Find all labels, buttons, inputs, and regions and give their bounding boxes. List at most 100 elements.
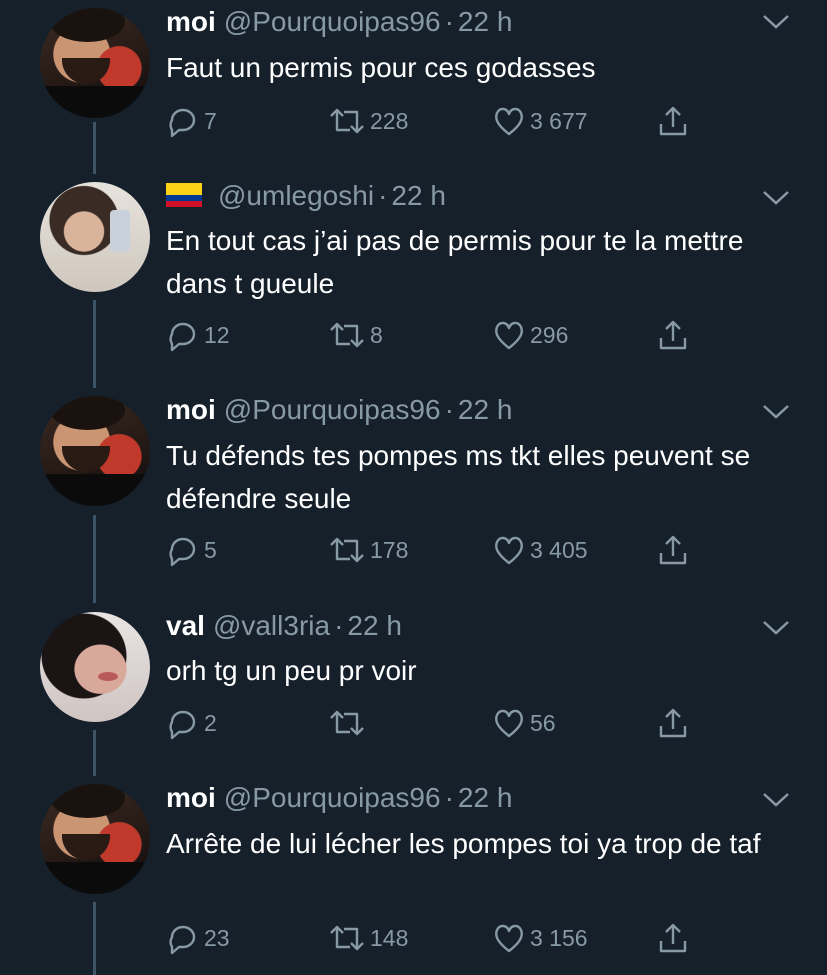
like-count: 296 (530, 321, 569, 348)
like-button[interactable]: 56 (492, 706, 556, 740)
colombia-flag-icon (166, 182, 202, 207)
thread-line (93, 122, 96, 174)
reply-button[interactable]: 7 (166, 104, 217, 138)
tweet-text: En tout cas j’ai pas de permis pour te l… (166, 225, 744, 299)
retweet-icon (330, 710, 364, 736)
display-name[interactable]: val (166, 610, 205, 641)
tweet-actions: 12 8 296 (166, 318, 726, 352)
reply-icon (169, 925, 196, 955)
heart-icon (495, 107, 523, 136)
retweet-button[interactable] (328, 706, 370, 740)
avatar[interactable] (40, 8, 150, 118)
display-name[interactable]: moi (166, 782, 216, 813)
retweet-icon (330, 925, 364, 951)
retweet-button[interactable]: 178 (328, 533, 408, 567)
thread-line (93, 300, 96, 388)
like-button[interactable]: 3 156 (492, 921, 588, 955)
avatar[interactable] (40, 784, 150, 894)
share-button[interactable] (656, 318, 690, 352)
share-icon (659, 106, 687, 136)
chevron-down-icon[interactable] (762, 792, 790, 808)
display-name[interactable]: moi (166, 6, 216, 37)
chevron-down-icon[interactable] (762, 190, 790, 206)
heart-icon (495, 709, 523, 738)
share-icon (659, 923, 687, 953)
reply-icon (169, 710, 196, 740)
separator: · (334, 610, 344, 641)
like-count: 3 405 (530, 536, 588, 563)
retweet-count: 8 (370, 321, 383, 348)
tweet-text: Tu défends tes pompes ms tkt elles peuve… (166, 440, 751, 514)
share-icon (659, 708, 687, 738)
heart-icon (495, 536, 523, 565)
reply-button[interactable]: 12 (166, 318, 230, 352)
tweet-header: @umlegoshi · 22 h (166, 180, 446, 212)
timestamp[interactable]: 22 h (458, 394, 513, 425)
timestamp[interactable]: 22 h (458, 6, 513, 37)
reply-icon (169, 322, 196, 352)
tweet-actions: 7 228 3 677 (166, 104, 726, 138)
reply-count: 23 (204, 924, 230, 951)
separator: · (378, 180, 388, 211)
separator: · (444, 782, 454, 813)
share-icon (659, 535, 687, 565)
reply-count: 12 (204, 321, 230, 348)
thread-line (93, 515, 96, 603)
retweet-icon (330, 108, 364, 134)
retweet-button[interactable]: 8 (328, 318, 383, 352)
timestamp[interactable]: 22 h (347, 610, 402, 641)
tweet-header: moi @Pourquoipas96 · 22 h (166, 394, 512, 426)
tweet-actions: 5 178 3 405 (166, 533, 726, 567)
tweet-text: orh tg un peu pr voir (166, 655, 417, 686)
chevron-down-icon[interactable] (762, 404, 790, 420)
user-handle[interactable]: @umlegoshi (218, 180, 374, 211)
like-button[interactable]: 296 (492, 318, 568, 352)
share-button[interactable] (656, 706, 690, 740)
timestamp[interactable]: 22 h (391, 180, 446, 211)
user-handle[interactable]: @vall3ria (213, 610, 330, 641)
user-handle[interactable]: @Pourquoipas96 (224, 394, 441, 425)
reply-icon (169, 537, 196, 567)
avatar[interactable] (40, 396, 150, 506)
reply-button[interactable]: 23 (166, 921, 230, 955)
chevron-down-icon[interactable] (762, 14, 790, 30)
tweet-text: Faut un permis pour ces godasses (166, 52, 596, 83)
retweet-button[interactable]: 148 (328, 921, 408, 955)
retweet-button[interactable]: 228 (328, 104, 408, 138)
share-icon (659, 320, 687, 350)
retweet-icon (330, 322, 364, 348)
reply-button[interactable]: 2 (166, 706, 217, 740)
thread-line (93, 902, 96, 975)
reply-count: 7 (204, 107, 217, 134)
heart-icon (495, 924, 523, 953)
like-count: 56 (530, 709, 556, 736)
avatar[interactable] (40, 182, 150, 292)
avatar[interactable] (40, 612, 150, 722)
tweet-text: Arrête de lui lécher les pompes toi ya t… (166, 828, 761, 859)
tweet-header: moi @Pourquoipas96 · 22 h (166, 782, 512, 814)
share-button[interactable] (656, 104, 690, 138)
like-button[interactable]: 3 405 (492, 533, 588, 567)
user-handle[interactable]: @Pourquoipas96 (224, 6, 441, 37)
timestamp[interactable]: 22 h (458, 782, 513, 813)
chevron-down-icon[interactable] (762, 620, 790, 636)
display-name[interactable]: moi (166, 394, 216, 425)
like-count: 3 677 (530, 107, 588, 134)
user-handle[interactable]: @Pourquoipas96 (224, 782, 441, 813)
reply-button[interactable]: 5 (166, 533, 217, 567)
like-button[interactable]: 3 677 (492, 104, 588, 138)
reply-icon (169, 108, 196, 138)
retweet-count: 178 (370, 536, 409, 563)
thread-line (93, 730, 96, 776)
retweet-count: 148 (370, 924, 409, 951)
reply-count: 2 (204, 709, 217, 736)
heart-icon (495, 321, 523, 350)
share-button[interactable] (656, 921, 690, 955)
like-count: 3 156 (530, 924, 588, 951)
tweet-actions: 23 148 3 156 (166, 921, 726, 955)
tweet-actions: 2 56 (166, 706, 726, 740)
share-button[interactable] (656, 533, 690, 567)
tweet-header: moi @Pourquoipas96 · 22 h (166, 6, 512, 38)
separator: · (444, 394, 454, 425)
tweet-header: val @vall3ria · 22 h (166, 610, 402, 642)
